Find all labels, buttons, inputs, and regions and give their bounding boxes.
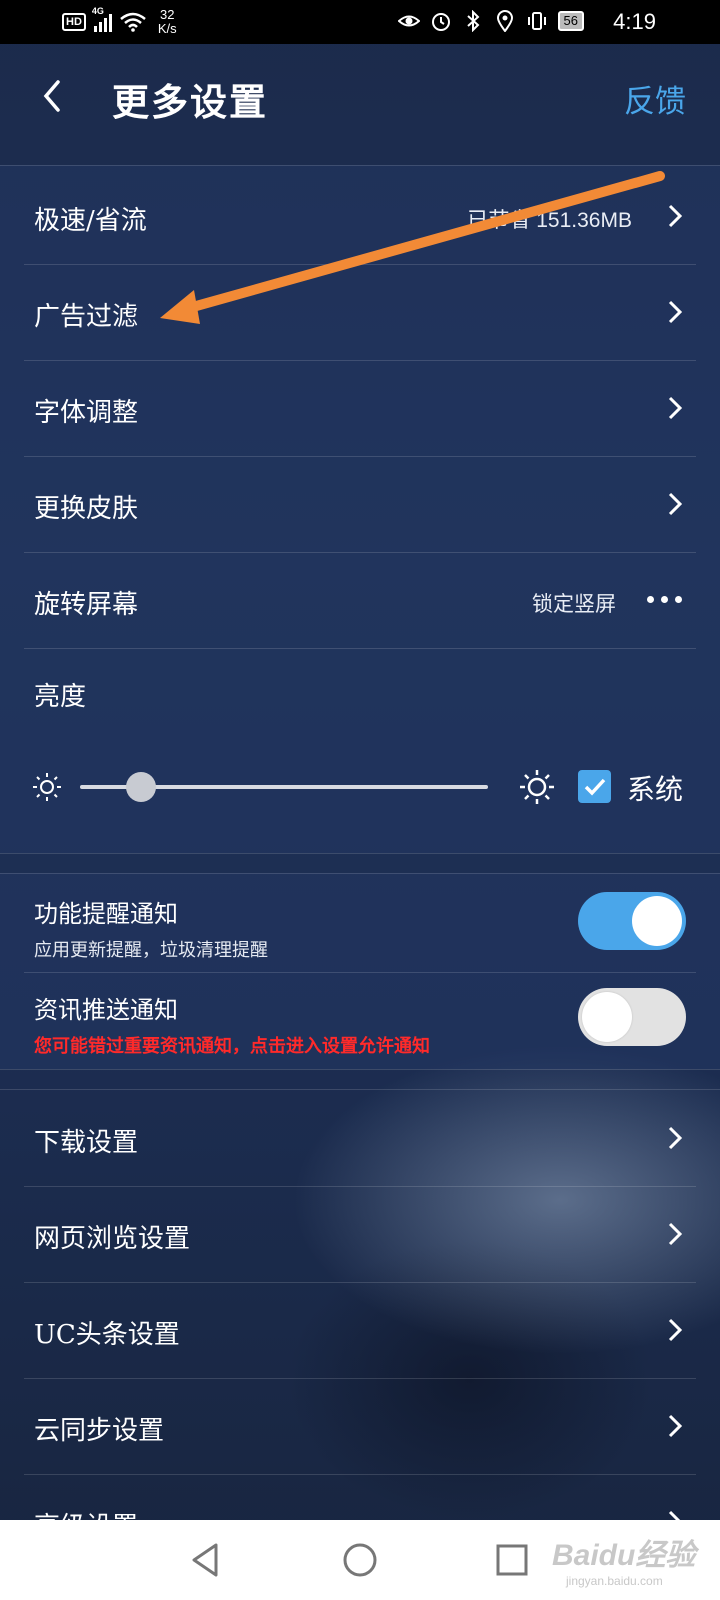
rotation-value: 锁定竖屏	[532, 592, 616, 616]
setting-label: 下载设置	[34, 1128, 139, 1158]
alarm-icon	[431, 13, 450, 31]
data-saved-value: 已节省 151.36MB	[467, 209, 632, 232]
notification-row-feature-reminders[interactable]: 功能提醒通知 应用更新提醒，垃圾清理提醒	[0, 876, 720, 972]
speed-value: 32	[160, 7, 175, 22]
setting-label: 字体调整	[34, 398, 139, 428]
nav-recents-icon[interactable]	[492, 1540, 532, 1580]
checkmark-icon	[584, 778, 605, 796]
divider	[0, 853, 720, 854]
battery-indicator: 56	[557, 11, 584, 31]
setting-row-uc-headlines[interactable]: UC头条设置	[0, 1282, 720, 1378]
more-options-icon[interactable]	[647, 596, 682, 603]
setting-row-web-browsing[interactable]: 网页浏览设置	[0, 1186, 720, 1282]
back-arrow-icon[interactable]	[40, 78, 64, 114]
watermark-brand: Baidu经验	[552, 1539, 696, 1572]
app-header: 更多设置 反馈	[0, 44, 720, 148]
setting-label: 广告过滤	[34, 302, 139, 332]
divider	[0, 165, 720, 166]
feedback-button[interactable]: 反馈	[624, 76, 686, 121]
brightness-high-icon	[520, 770, 554, 804]
clock: 4:19	[613, 9, 656, 34]
setting-row-speed-saver[interactable]: 极速/省流 已节省 151.36MB	[0, 168, 720, 264]
system-brightness-label: 系统	[627, 773, 684, 806]
setting-row-skin[interactable]: 更换皮肤	[0, 456, 720, 552]
notification-title: 功能提醒通知	[34, 900, 178, 928]
notification-row-news-push[interactable]: 资讯推送通知 您可能错过重要资讯通知，点击进入设置允许通知	[0, 972, 720, 1068]
watermark-site: jingyan.baidu.com	[566, 1574, 663, 1588]
chevron-right-icon	[668, 396, 682, 420]
wifi-icon	[120, 12, 146, 32]
nav-back-icon[interactable]	[186, 1540, 226, 1580]
chevron-right-icon	[668, 204, 682, 228]
divider	[24, 648, 696, 649]
setting-label: 云同步设置	[34, 1416, 165, 1446]
status-bar: HD 4G 32 K/s 56 4:19	[0, 0, 720, 44]
setting-row-ad-filter[interactable]: 广告过滤	[0, 264, 720, 360]
chevron-right-icon	[668, 1222, 682, 1246]
chevron-right-icon	[668, 1126, 682, 1150]
brightness-label: 亮度	[34, 682, 87, 712]
system-brightness-checkbox[interactable]	[578, 770, 611, 803]
chevron-right-icon	[668, 300, 682, 324]
chevron-right-icon	[668, 1414, 682, 1438]
setting-label: 旋转屏幕	[34, 590, 139, 620]
setting-row-cloud-sync[interactable]: 云同步设置	[0, 1378, 720, 1474]
setting-label: 极速/省流	[34, 206, 147, 236]
setting-row-download[interactable]: 下载设置	[0, 1090, 720, 1186]
setting-row-rotate-screen[interactable]: 旋转屏幕 锁定竖屏	[0, 552, 720, 648]
setting-row-font-size[interactable]: 字体调整	[0, 360, 720, 456]
setting-label: 网页浏览设置	[34, 1224, 191, 1254]
brightness-slider-handle[interactable]	[126, 772, 157, 802]
speed-unit: K/s	[157, 21, 177, 36]
news-push-toggle[interactable]	[578, 988, 686, 1046]
notification-warning-text[interactable]: 您可能错过重要资讯通知，点击进入设置允许通知	[34, 1032, 430, 1058]
network-type-label: 4G	[91, 6, 104, 16]
cellular-signal-icon: 4G	[92, 6, 112, 32]
notification-title: 资讯推送通知	[34, 996, 178, 1024]
baidu-watermark: Baidu经验 jingyan.baidu.com	[552, 1530, 695, 1588]
bluetooth-icon	[466, 10, 479, 32]
system-navigation-bar: Baidu经验 jingyan.baidu.com	[0, 1520, 720, 1600]
brightness-low-icon	[33, 773, 61, 801]
chevron-right-icon	[668, 1318, 682, 1342]
network-speed: 32 K/s	[158, 8, 177, 36]
divider	[0, 873, 720, 874]
vibrate-icon	[527, 12, 546, 30]
divider	[0, 1069, 720, 1070]
page-title: 更多设置	[112, 81, 268, 124]
setting-label: UC头条设置	[34, 1320, 180, 1350]
nav-home-icon[interactable]	[340, 1540, 380, 1580]
location-icon	[496, 10, 513, 32]
chevron-right-icon	[668, 492, 682, 516]
feature-reminder-toggle[interactable]	[578, 892, 686, 950]
setting-label: 更换皮肤	[34, 494, 139, 524]
notification-subtitle: 应用更新提醒，垃圾清理提醒	[34, 940, 268, 961]
eye-icon	[397, 15, 420, 27]
hd-badge: HD	[62, 13, 86, 31]
